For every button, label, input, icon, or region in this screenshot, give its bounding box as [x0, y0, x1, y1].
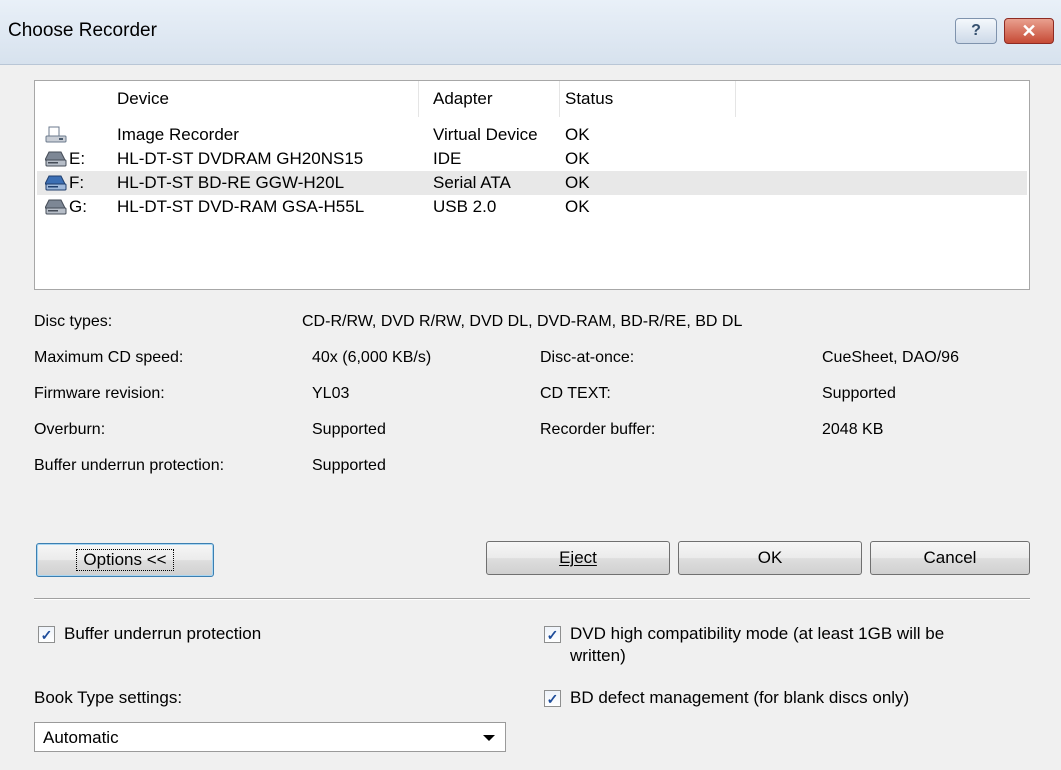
check-mark-icon: ✓ [546, 690, 559, 707]
overburn-label: Overburn: [34, 421, 106, 438]
book-type-selected-value: Automatic [43, 728, 119, 747]
device-status: OK [565, 197, 590, 216]
cd-text-value: Supported [822, 385, 896, 402]
drive-letter: F: [69, 173, 85, 192]
column-header-device[interactable]: Device [117, 89, 169, 109]
max-cd-speed-label: Maximum CD speed: [34, 349, 184, 366]
device-list[interactable]: Device Adapter Status Image Recorder Vir… [34, 80, 1030, 290]
device-status: OK [565, 173, 590, 192]
dvd-compat-checkbox-label-line1[interactable]: DVD high compatibility mode (at least 1G… [570, 624, 944, 644]
buffer-underrun-info-label: Buffer underrun protection: [34, 457, 225, 474]
disc-types-label: Disc types: [34, 313, 113, 330]
device-name: HL-DT-ST DVDRAM GH20NS15 [117, 149, 364, 168]
help-icon: ? [971, 22, 981, 39]
dropdown-arrow-icon[interactable] [483, 735, 495, 741]
drive-letter: E: [69, 149, 86, 168]
device-name: HL-DT-ST BD-RE GGW-H20L [117, 173, 345, 192]
choose-recorder-dialog: Choose Recorder ? ✕ Device Adapter Statu… [0, 0, 1061, 770]
device-row[interactable]: G: HL-DT-ST DVD-RAM GSA-H55L USB 2.0 OK [37, 195, 1027, 219]
firmware-label: Firmware revision: [34, 385, 165, 402]
firmware-value: YL03 [312, 385, 350, 402]
window-title: Choose Recorder [8, 20, 157, 41]
image-recorder-icon [45, 126, 67, 143]
bd-defect-checkbox-label[interactable]: BD defect management (for blank discs on… [570, 688, 909, 708]
device-name: Image Recorder [117, 125, 239, 144]
column-divider [418, 81, 419, 117]
recorder-buffer-value: 2048 KB [822, 421, 884, 438]
close-button[interactable]: ✕ [1004, 18, 1054, 44]
cd-text-label: CD TEXT: [540, 385, 611, 402]
cancel-button[interactable]: Cancel [870, 541, 1030, 575]
device-status: OK [565, 125, 590, 144]
close-icon: ✕ [1021, 20, 1037, 41]
adapter-name: Virtual Device [433, 125, 538, 144]
device-row-selected[interactable]: F: HL-DT-ST BD-RE GGW-H20L Serial ATA OK [37, 171, 1027, 195]
ok-button-label: OK [757, 548, 783, 567]
book-type-select[interactable]: Automatic [34, 722, 506, 752]
buffer-underrun-info-value: Supported [312, 457, 386, 474]
optical-drive-icon [45, 199, 67, 215]
device-row[interactable]: E: HL-DT-ST DVDRAM GH20NS15 IDE OK [37, 147, 1027, 171]
column-header-adapter[interactable]: Adapter [433, 89, 493, 109]
disc-at-once-label: Disc-at-once: [540, 349, 635, 366]
device-row[interactable]: Image Recorder Virtual Device OK [37, 123, 1027, 147]
eject-button[interactable]: Eject [486, 541, 670, 575]
cancel-button-label: Cancel [923, 548, 977, 567]
bd-defect-checkbox[interactable]: ✓ [544, 690, 561, 707]
check-mark-icon: ✓ [40, 626, 53, 643]
column-header-status[interactable]: Status [565, 89, 613, 109]
dvd-compat-checkbox[interactable]: ✓ [544, 626, 561, 643]
buffer-underrun-checkbox-label[interactable]: Buffer underrun protection [64, 624, 261, 644]
max-cd-speed-value: 40x (6,000 KB/s) [312, 349, 432, 366]
dvd-compat-checkbox-label-line2[interactable]: written) [570, 646, 626, 666]
overburn-value: Supported [312, 421, 386, 438]
optical-drive-icon [45, 151, 67, 167]
check-mark-icon: ✓ [546, 626, 559, 643]
title-bar[interactable]: Choose Recorder ? ✕ [0, 0, 1061, 65]
column-divider [735, 81, 736, 117]
optical-drive-icon [45, 175, 67, 191]
adapter-name: Serial ATA [433, 173, 511, 192]
options-button[interactable]: Options << [36, 543, 214, 577]
buffer-underrun-checkbox[interactable]: ✓ [38, 626, 55, 643]
disc-at-once-value: CueSheet, DAO/96 [822, 349, 959, 366]
ok-button[interactable]: OK [678, 541, 862, 575]
eject-button-label: Eject [559, 548, 597, 567]
book-type-label: Book Type settings: [34, 688, 183, 707]
options-button-label: Options << [76, 549, 174, 571]
options-divider [34, 598, 1030, 600]
help-button[interactable]: ? [955, 18, 997, 44]
adapter-name: USB 2.0 [433, 197, 497, 216]
device-status: OK [565, 149, 590, 168]
recorder-buffer-label: Recorder buffer: [540, 421, 656, 438]
list-header: Device Adapter Status [35, 81, 1029, 117]
drive-letter: G: [69, 197, 87, 216]
column-divider [559, 81, 560, 117]
adapter-name: IDE [433, 149, 462, 168]
disc-types-value: CD-R/RW, DVD R/RW, DVD DL, DVD-RAM, BD-R… [302, 313, 743, 330]
device-name: HL-DT-ST DVD-RAM GSA-H55L [117, 197, 365, 216]
